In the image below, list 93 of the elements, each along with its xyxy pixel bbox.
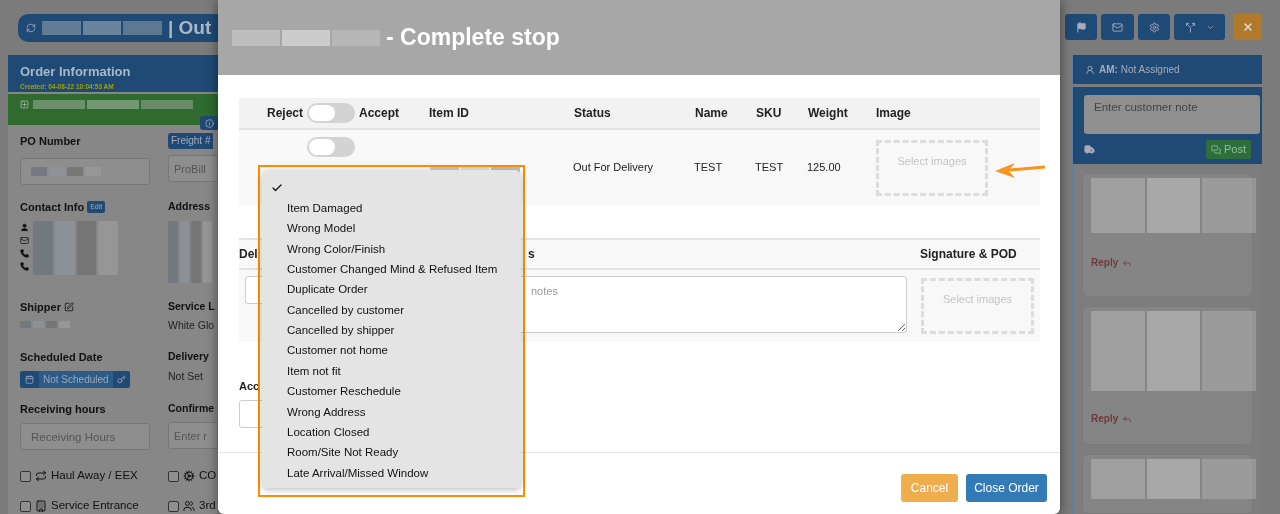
- note-field[interactable]: Enter customer note: [1084, 95, 1260, 135]
- menu-item[interactable]: Wrong Color/Finish: [262, 239, 521, 260]
- input-field[interactable]: Receiving Hours: [20, 423, 150, 450]
- table-cell-text: TEST: [693, 160, 724, 176]
- field-label: Address: [168, 198, 211, 214]
- close-button[interactable]: [1233, 14, 1262, 40]
- column-header: Del: [239, 246, 258, 263]
- checkbox[interactable]: [168, 500, 179, 512]
- column-header: Accept: [359, 105, 400, 122]
- truck-icon: [1084, 144, 1095, 156]
- account-manager: AM: Not Assigned: [1099, 63, 1180, 78]
- cog-icon: [183, 470, 195, 482]
- input-field[interactable]: ProBill: [168, 155, 218, 183]
- info-button[interactable]: [200, 116, 218, 131]
- chat-icon: [1211, 144, 1221, 155]
- split-menu-button[interactable]: [1174, 14, 1225, 40]
- plus-icon: [20, 100, 29, 110]
- split-icon: [1184, 21, 1196, 33]
- input-field[interactable]: Enter r: [168, 422, 218, 450]
- person-icon: [1085, 64, 1095, 75]
- info-icon: [204, 118, 214, 128]
- repeat-icon: [35, 470, 47, 482]
- option-label: 3rd: [199, 498, 216, 514]
- menu-item[interactable]: Location Closed: [262, 422, 521, 443]
- users-icon: [183, 500, 195, 512]
- phone-icon: [20, 262, 29, 272]
- checkbox[interactable]: [20, 500, 31, 512]
- table-cell-text: 125.00: [806, 160, 842, 176]
- menu-item[interactable]: Customer Reschedule: [262, 381, 521, 402]
- building-icon: [35, 500, 47, 512]
- schedule-value: Not Scheduled: [39, 370, 113, 388]
- field-label: Contact Info: [20, 199, 85, 215]
- field-value: Not Set: [168, 368, 205, 384]
- dialog-title: - Complete stop: [386, 23, 560, 53]
- settings-icon: [1148, 21, 1160, 33]
- order-title: | Out: [168, 15, 212, 40]
- person-icon: [20, 223, 29, 233]
- column-header: Status: [573, 105, 612, 122]
- field-label: Confirme: [168, 400, 216, 416]
- menu-item[interactable]: Room/Site Not Ready: [262, 442, 521, 464]
- close-icon: [1241, 21, 1254, 33]
- toggle-switch[interactable]: [307, 137, 355, 157]
- column-header: Reject: [267, 105, 304, 122]
- close-order-button[interactable]: Close Order: [966, 474, 1047, 502]
- field-label: Delivery: [168, 349, 210, 364]
- table-cell-text: Out For Delivery: [572, 160, 655, 176]
- freight-badge: Freight #: [168, 133, 214, 150]
- menu-item[interactable]: Wrong Address: [262, 401, 521, 423]
- column-header: s: [527, 246, 536, 263]
- option-label: Service Entrance: [51, 498, 139, 514]
- arrow-annotation: [995, 160, 1045, 180]
- column-header: Image: [875, 105, 912, 122]
- refresh-icon[interactable]: [26, 23, 36, 33]
- menu-item[interactable]: Customer not home: [262, 340, 521, 362]
- mail-icon: [1112, 21, 1123, 33]
- edit-icon[interactable]: [63, 301, 74, 312]
- mail-icon: [20, 236, 29, 246]
- flag-button[interactable]: [1065, 14, 1097, 40]
- field-label: Acc: [239, 379, 260, 394]
- column-header: Item ID: [428, 105, 470, 122]
- column-header: Name: [694, 105, 729, 122]
- checkbox[interactable]: [20, 470, 31, 482]
- column-header: Signature & POD: [919, 246, 1018, 263]
- menu-item[interactable]: Item Damaged: [262, 198, 521, 219]
- menu-item[interactable]: Item not fit: [262, 361, 521, 382]
- column-header: Weight: [807, 105, 849, 122]
- reply-icon: [1122, 413, 1133, 424]
- menu-item[interactable]: Wrong Model: [262, 218, 521, 240]
- mail-button[interactable]: [1101, 14, 1134, 40]
- flag-icon: [1075, 21, 1087, 33]
- field-label: Shipper: [20, 299, 61, 315]
- column-header: SKU: [755, 105, 783, 122]
- option-label: CO: [199, 468, 217, 484]
- panel-title: Order Information: [20, 63, 132, 81]
- toggle-switch[interactable]: [307, 103, 356, 123]
- field-label: PO Number: [20, 134, 82, 150]
- checkbox[interactable]: [168, 470, 179, 482]
- field-label: Receiving hours: [20, 401, 107, 417]
- menu-item[interactable]: Late Arrival/Missed Window: [262, 463, 521, 484]
- input-field[interactable]: [20, 157, 150, 185]
- redacted-text: [20, 321, 70, 328]
- phone-icon: [20, 249, 29, 259]
- field-label: Scheduled Date: [20, 350, 104, 365]
- field-value: White Glo: [168, 318, 216, 334]
- reply-icon: [1122, 257, 1133, 268]
- option-label: Haul Away / EEX: [51, 468, 138, 484]
- settings-button[interactable]: [1138, 14, 1170, 40]
- redacted-text: [31, 166, 101, 176]
- key-icon: [116, 374, 126, 384]
- field-label: Service L: [168, 298, 216, 314]
- calendar-icon: [25, 374, 34, 384]
- table-cell-text: TEST: [754, 160, 785, 176]
- redacted-text: [168, 220, 212, 283]
